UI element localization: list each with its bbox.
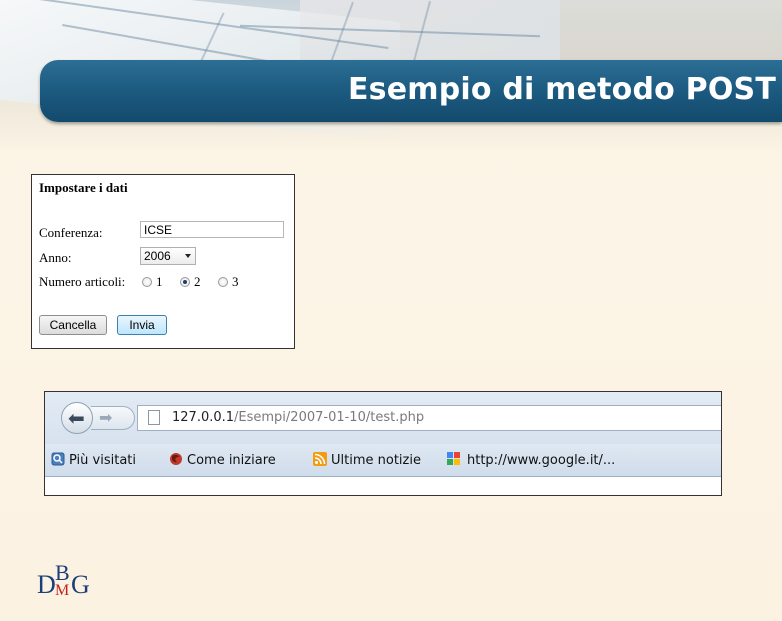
bookmarks-toolbar: Più visitati Come iniziare Ultime notizi… xyxy=(45,444,721,477)
anno-selected-value: 2006 xyxy=(144,249,171,263)
url-host: 127.0.0.1 xyxy=(172,410,235,425)
back-button[interactable]: ⬅ xyxy=(61,402,93,434)
bookmark-piu-visitati[interactable]: Più visitati xyxy=(51,452,136,468)
logo-letter-d: D xyxy=(37,570,56,599)
firefox-icon xyxy=(170,453,182,465)
logo-letter-m: M xyxy=(55,582,70,599)
radio-option-1[interactable] xyxy=(142,277,152,287)
navigation-toolbar: ➡ ⬅ 127.0.0.1/Esempi/2007-01-10/test.php xyxy=(45,392,721,444)
logo-letter-g: G xyxy=(71,570,90,599)
numero-articoli-label: Numero articoli: xyxy=(39,274,126,289)
page-icon xyxy=(148,410,160,425)
radio-option-3[interactable] xyxy=(218,277,228,287)
radio-label-1: 1 xyxy=(156,274,163,289)
url-text: 127.0.0.1/Esempi/2007-01-10/test.php xyxy=(172,410,424,425)
conferenza-label: Conferenza: xyxy=(39,225,103,240)
chevron-down-icon xyxy=(185,254,191,258)
rss-feed-icon xyxy=(313,452,327,466)
bookmark-label: Come iniziare xyxy=(187,453,276,468)
slide-title: Esempio di metodo POST xyxy=(347,72,776,107)
bookmark-ultime-notizie[interactable]: Ultime notizie xyxy=(313,452,421,468)
radio-option-2[interactable] xyxy=(180,277,190,287)
submit-button[interactable]: Invia xyxy=(117,315,167,335)
url-path: /Esempi/2007-01-10/test.php xyxy=(234,410,425,425)
form-heading: Impostare i dati xyxy=(39,180,128,195)
forward-arrow-icon: ➡ xyxy=(99,408,113,427)
bookmark-come-iniziare[interactable]: Come iniziare xyxy=(169,452,276,468)
radio-label-2: 2 xyxy=(194,274,201,289)
title-bar: Esempio di metodo POST xyxy=(40,60,782,122)
most-visited-icon xyxy=(51,452,65,466)
bookmark-google[interactable]: http://www.google.it/... xyxy=(445,452,615,468)
address-bar[interactable]: 127.0.0.1/Esempi/2007-01-10/test.php xyxy=(137,405,721,431)
anno-select[interactable]: 2006 xyxy=(140,247,196,265)
form-panel: Impostare i dati Conferenza: ICSE Anno: … xyxy=(31,174,295,349)
bookmark-label: Più visitati xyxy=(69,453,136,468)
anno-label: Anno: xyxy=(39,250,72,265)
radio-label-3: 3 xyxy=(232,274,239,289)
bookmark-label: http://www.google.it/... xyxy=(467,453,616,468)
forward-button[interactable]: ➡ xyxy=(91,406,135,430)
conferenza-input[interactable]: ICSE xyxy=(140,221,284,238)
cancel-button[interactable]: Cancella xyxy=(39,315,107,335)
google-icon xyxy=(447,452,460,465)
back-arrow-icon: ⬅ xyxy=(68,406,85,430)
browser-window: ➡ ⬅ 127.0.0.1/Esempi/2007-01-10/test.php… xyxy=(44,391,722,496)
bookmark-label: Ultime notizie xyxy=(331,453,421,468)
